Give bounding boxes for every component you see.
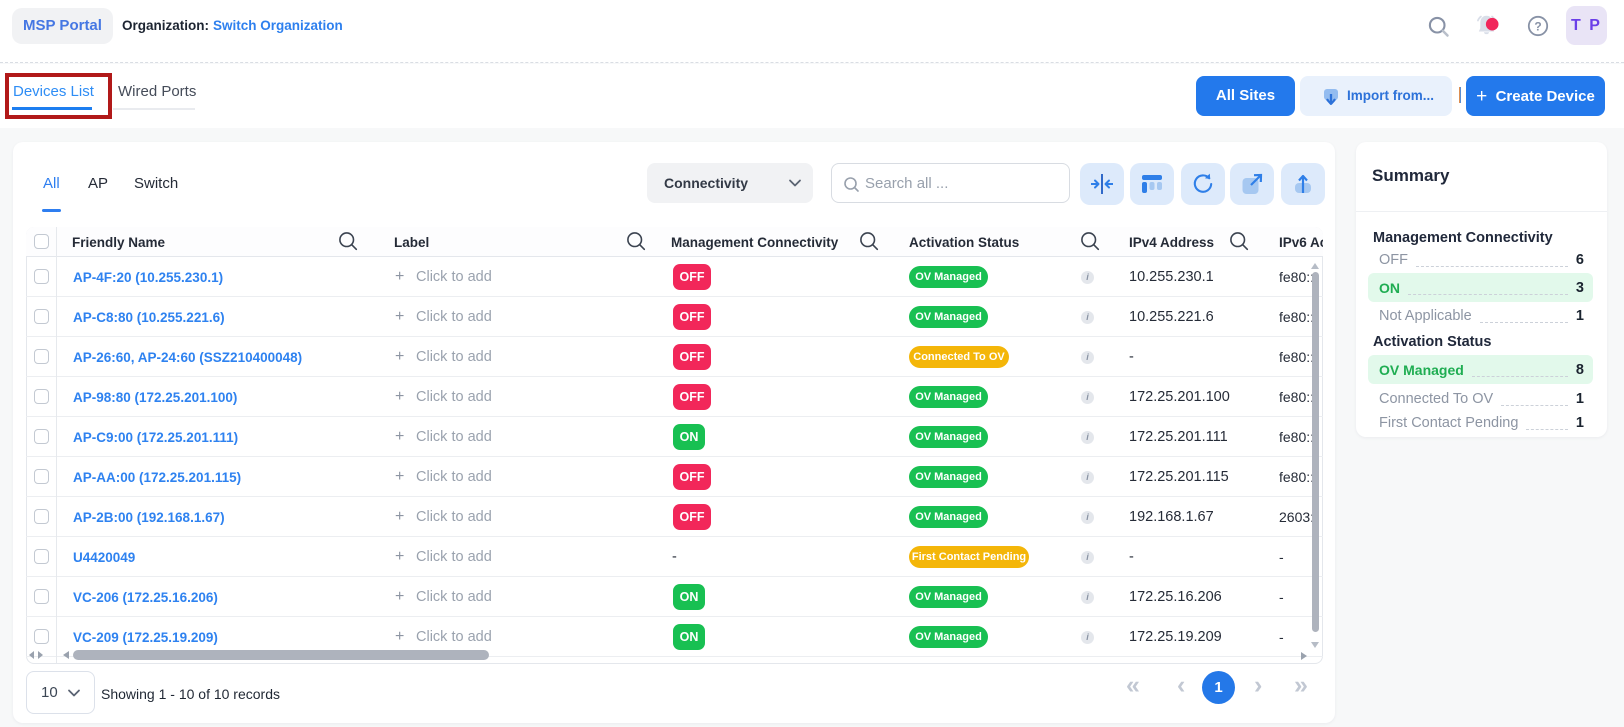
svg-text:?: ? bbox=[1534, 20, 1541, 34]
